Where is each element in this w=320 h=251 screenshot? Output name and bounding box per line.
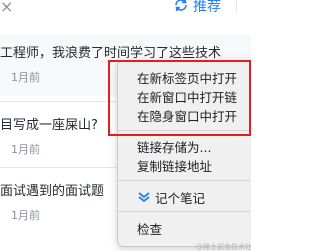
- recommend-tab[interactable]: 推荐: [193, 0, 221, 16]
- feed-item-title[interactable]: 面试遇到的面试题: [0, 180, 104, 199]
- watermark: @稀土掘金技术社区: [196, 243, 251, 251]
- close-icon[interactable]: ×: [0, 0, 13, 16]
- top-bar: × 推荐: [0, 0, 251, 24]
- note-icon: [138, 192, 150, 203]
- menu-divider: [118, 180, 251, 181]
- feed-item-time: 1月前: [11, 71, 40, 84]
- menu-item-take-note[interactable]: 记个笔记: [155, 188, 205, 207]
- refresh-icon[interactable]: [173, 0, 189, 13]
- feed-item-time: 1月前: [11, 143, 40, 156]
- menu-item-save-link-as[interactable]: 链接存储为...: [137, 137, 211, 156]
- menu-item-inspect[interactable]: 检查: [137, 219, 162, 238]
- feed-item-time: 1月前: [11, 209, 40, 222]
- annotation-highlight-box: [108, 60, 251, 136]
- feed-item-title[interactable]: 工程师，我浪费了时间学习了这些技术: [0, 42, 221, 61]
- page: × 推荐 工程师，我浪费了时间学习了这些技术 1月前 目写成一座屎山? 1月前 …: [0, 0, 251, 251]
- feed-item-title[interactable]: 目写成一座屎山?: [0, 114, 98, 133]
- menu-item-copy-link[interactable]: 复制链接地址: [137, 156, 212, 175]
- menu-divider: [118, 211, 251, 212]
- topbar-divider: [236, 0, 237, 12]
